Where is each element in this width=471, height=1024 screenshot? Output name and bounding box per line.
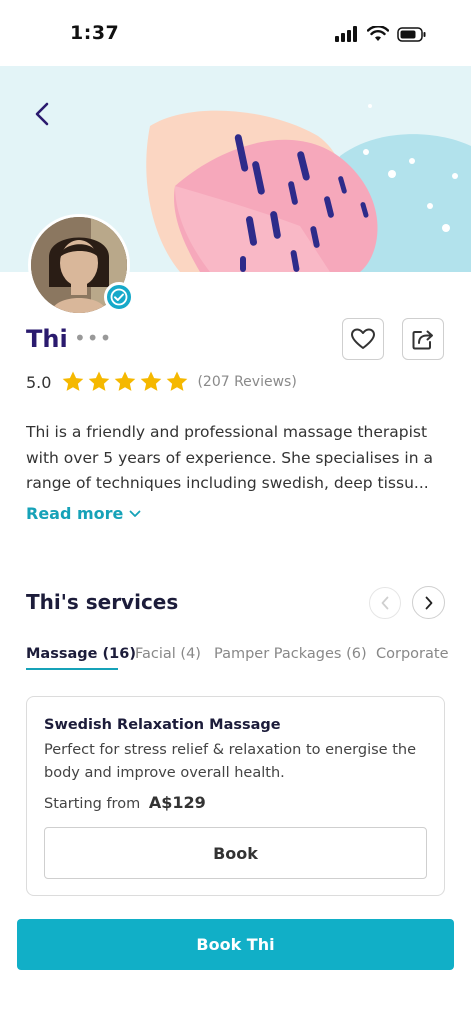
- verified-badge: [104, 282, 134, 312]
- tab-pamper-packages[interactable]: Pamper Packages (6): [214, 646, 367, 662]
- chevron-right-icon: [425, 596, 432, 609]
- provider-name: Thi: [26, 325, 68, 353]
- wifi-icon: [367, 26, 389, 41]
- service-card: Swedish Relaxation Massage Perfect for s…: [26, 696, 445, 896]
- book-service-button[interactable]: Book: [44, 827, 427, 879]
- services-prev-button[interactable]: [369, 587, 401, 619]
- star-icon: [167, 371, 188, 391]
- bio-line: Thi is a friendly and professional massa…: [26, 423, 428, 441]
- tab-facial[interactable]: Facial (4): [135, 646, 201, 662]
- share-icon: [412, 330, 433, 350]
- services-heading: Thi's services: [26, 590, 179, 614]
- service-price: A$129: [148, 793, 206, 812]
- bio-line: range of techniques including swedish, d…: [26, 474, 429, 492]
- provider-bio: Thi is a friendly and professional massa…: [26, 420, 446, 497]
- signal-icon: [335, 26, 357, 42]
- services-next-button[interactable]: [412, 586, 445, 619]
- read-more-label: Read more: [26, 504, 124, 523]
- more-options-button[interactable]: •••: [74, 326, 112, 350]
- chevron-left-icon: [381, 596, 389, 610]
- star-rating: [61, 370, 189, 394]
- active-tab-indicator: [26, 668, 118, 670]
- status-bar: 1:37: [0, 0, 471, 66]
- service-title: Swedish Relaxation Massage: [44, 717, 281, 733]
- status-icons: [335, 26, 427, 42]
- rating-row: 5.0 (207 Reviews): [26, 368, 297, 396]
- status-time: 1:37: [70, 22, 120, 44]
- read-more-link[interactable]: Read more: [26, 504, 141, 523]
- star-icon: [115, 371, 136, 391]
- battery-icon: [397, 26, 426, 42]
- book-provider-button[interactable]: Book Thi: [17, 919, 454, 970]
- share-button[interactable]: [402, 318, 444, 360]
- heart-icon: [351, 328, 375, 349]
- star-icon: [89, 371, 110, 391]
- starting-from-label: Starting from: [44, 796, 141, 812]
- service-category-tabs: Massage (16) Facial (4) Pamper Packages …: [26, 646, 471, 672]
- star-icon: [141, 371, 162, 391]
- avatar-container: [28, 214, 134, 316]
- star-icon: [63, 371, 84, 391]
- service-price-row: Starting from A$129: [44, 793, 206, 812]
- reviews-link[interactable]: (207 Reviews): [197, 374, 296, 390]
- tab-corporate[interactable]: Corporate: [376, 646, 449, 662]
- chevron-down-icon: [130, 510, 141, 517]
- rating-value: 5.0: [26, 372, 52, 392]
- verified-badge-icon: [110, 288, 128, 306]
- tab-massage[interactable]: Massage (16): [26, 646, 136, 662]
- favorite-button[interactable]: [342, 318, 384, 360]
- back-chevron-icon: [35, 102, 49, 126]
- bio-line: with over 5 years of experience. She spe…: [26, 448, 433, 467]
- back-button[interactable]: [28, 96, 56, 132]
- service-description: Perfect for stress relief & relaxation t…: [44, 742, 416, 781]
